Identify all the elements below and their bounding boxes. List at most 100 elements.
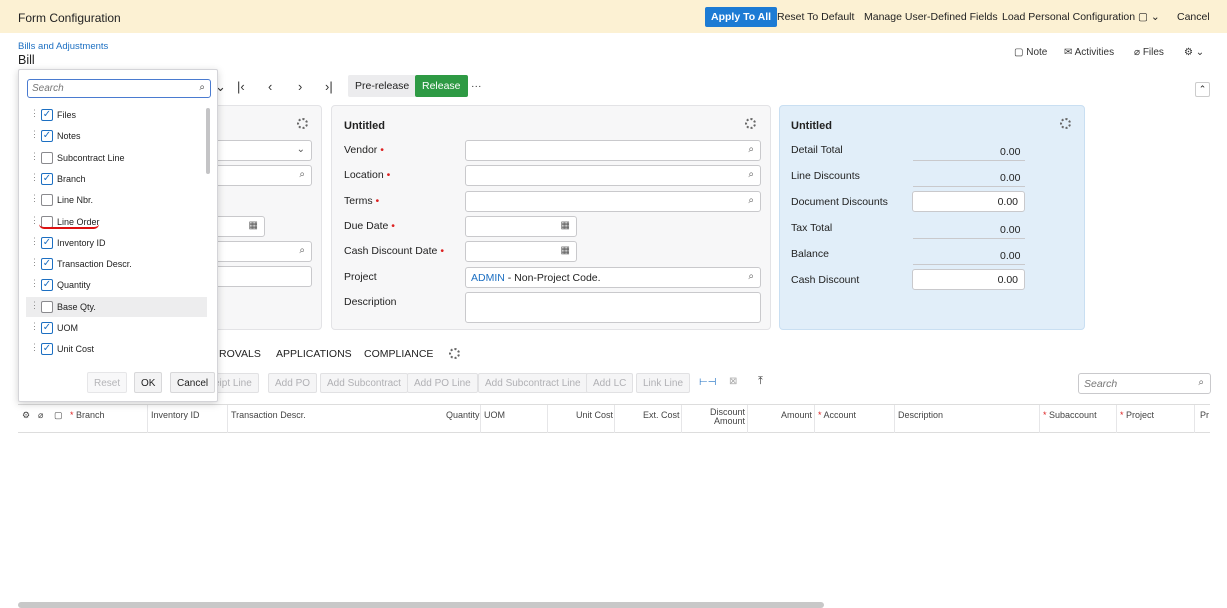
column-checkbox[interactable]: ✓ (41, 109, 53, 121)
column-option[interactable]: ⋮ ✓ Notes (26, 126, 207, 146)
document-discounts-field[interactable]: 0.00 (912, 191, 1025, 212)
drag-handle-icon[interactable]: ⋮ (30, 257, 39, 268)
drag-handle-icon[interactable]: ⋮ (30, 342, 39, 353)
left-field-2[interactable]: ⌕ (211, 165, 312, 186)
collapse-icon[interactable]: ⌃ (1195, 82, 1210, 97)
column-checkbox[interactable]: ✓ (41, 172, 53, 185)
cash-discount-date-field[interactable]: ▦ (465, 241, 577, 262)
apply-to-all-button[interactable]: Apply To All (705, 7, 778, 27)
column-option[interactable]: ⋮ ✓ Unit Cost (26, 339, 207, 359)
save-config-icon[interactable]: ▢ ⌄ (1138, 11, 1160, 23)
left-field-1[interactable]: ⌄ (211, 140, 312, 161)
next-record-icon[interactable]: › (298, 79, 302, 94)
column-option[interactable]: ⋮ ✓ Branch (26, 169, 207, 189)
drag-handle-icon[interactable]: ⋮ (30, 193, 39, 204)
gear-icon[interactable] (1060, 118, 1071, 129)
popup-ok-button[interactable]: OK (134, 372, 163, 393)
tab-applications[interactable]: APPLICATIONS (276, 348, 352, 360)
add-subcontract-line-button[interactable]: Add Subcontract Line (478, 373, 588, 393)
popup-reset-button[interactable]: Reset (87, 372, 128, 393)
description-field[interactable] (465, 292, 761, 323)
fit-columns-icon[interactable]: ⊢⊣ (699, 377, 716, 388)
col-amount[interactable]: Amount (781, 410, 812, 420)
manage-udf-button[interactable]: Manage User-Defined Fields (864, 11, 998, 23)
link-line-button[interactable]: Link Line (636, 373, 691, 393)
horizontal-scrollbar[interactable] (18, 602, 824, 608)
col-account[interactable]: * Account (818, 410, 856, 420)
column-option[interactable]: ⋮ Base Qty. (26, 296, 207, 317)
add-po-line-button[interactable]: Add PO Line (407, 373, 478, 393)
column-checkbox[interactable]: ✓ (41, 130, 53, 143)
cash-discount-field[interactable]: 0.00 (912, 269, 1025, 290)
column-checkbox[interactable]: ✓ (41, 343, 53, 356)
col-branch[interactable]: * Branch (70, 410, 105, 420)
activities-button[interactable]: ✉ Activities (1064, 47, 1114, 58)
col-ext-cost[interactable]: Ext. Cost (643, 410, 680, 420)
left-date-field[interactable]: ▦ (211, 216, 265, 237)
reset-to-default-button[interactable]: Reset To Default (777, 11, 854, 23)
location-field[interactable]: ⌕ (465, 165, 761, 186)
drag-handle-icon[interactable]: ⋮ (30, 300, 39, 311)
column-checkbox[interactable] (41, 151, 53, 164)
column-option[interactable]: ⋮ ✓ Transaction Descr. (26, 254, 207, 274)
drag-handle-icon[interactable]: ⋮ (30, 321, 39, 332)
column-option[interactable]: ⋮ ✓ Files (26, 105, 207, 125)
drag-handle-icon[interactable]: ⋮ (30, 129, 39, 140)
tab-compliance[interactable]: COMPLIANCE (364, 348, 433, 360)
upload-icon[interactable]: ⤒ (758, 375, 763, 388)
column-option[interactable]: ⋮ Line Nbr. (26, 190, 207, 210)
settings-menu-icon[interactable]: ⚙ ⌄ (1184, 47, 1204, 58)
col-description[interactable]: Description (898, 410, 943, 420)
vendor-field[interactable]: ⌕ (465, 140, 761, 161)
add-po-button[interactable]: Add PO (268, 373, 318, 393)
project-code-link[interactable]: ADMIN (471, 272, 505, 284)
col-subaccount[interactable]: * Subaccount (1043, 410, 1097, 420)
files-button[interactable]: ⌀ Files (1134, 47, 1164, 58)
col-uom[interactable]: UOM (484, 410, 505, 420)
gear-icon[interactable] (745, 118, 756, 129)
column-checkbox[interactable] (41, 300, 53, 313)
col-pr[interactable]: Pr (1200, 410, 1209, 420)
column-option[interactable]: ⋮ ✓ Inventory ID (26, 233, 207, 253)
left-field-3[interactable]: ⌕ (211, 241, 312, 262)
last-record-icon[interactable]: ›| (325, 79, 333, 94)
grid-search-field[interactable]: Search ⌕ (1078, 373, 1211, 394)
col-inventory-id[interactable]: Inventory ID (151, 410, 200, 420)
add-subcontract-button[interactable]: Add Subcontract (320, 373, 408, 393)
terms-field[interactable]: ⌕ (465, 191, 761, 212)
col-unit-cost[interactable]: Unit Cost (576, 410, 613, 420)
drag-handle-icon[interactable]: ⋮ (30, 151, 39, 162)
col-project[interactable]: * Project (1120, 410, 1154, 420)
col-quantity[interactable]: Quantity (446, 410, 480, 420)
add-lc-button[interactable]: Add LC (586, 373, 634, 393)
column-checkbox[interactable]: ✓ (41, 279, 53, 292)
release-button[interactable]: Release (415, 75, 468, 97)
column-checkbox[interactable]: ✓ (41, 322, 53, 334)
cancel-button[interactable]: Cancel (1177, 11, 1210, 23)
export-excel-icon[interactable]: ⊠ (729, 376, 737, 387)
popup-cancel-button[interactable]: Cancel (170, 372, 216, 393)
column-option[interactable]: ⋮ Subcontract Line (26, 148, 207, 168)
col-transaction-descr[interactable]: Transaction Descr. (231, 410, 306, 420)
column-option[interactable]: ⋮ ✓ Quantity (26, 275, 207, 295)
tab-approvals[interactable]: ROVALS (219, 348, 261, 360)
tab-settings-gear-icon[interactable] (449, 348, 460, 359)
prerelease-button[interactable]: Pre-release (348, 75, 417, 97)
project-field[interactable]: ADMIN - Non-Project Code. ⌕ (465, 267, 761, 288)
drag-handle-icon[interactable]: ⋮ (30, 108, 39, 119)
col-discount-amount[interactable]: Discount Amount (710, 408, 745, 426)
drag-handle-icon[interactable]: ⋮ (30, 172, 39, 183)
column-checkbox[interactable] (41, 194, 53, 207)
note-button[interactable]: ▢ Note (1014, 47, 1047, 58)
column-option[interactable]: ⋮ ✓ UOM (26, 318, 207, 338)
drag-handle-icon[interactable]: ⋮ (30, 278, 39, 289)
more-actions-button[interactable]: ··· (464, 75, 489, 97)
column-checkbox[interactable]: ✓ (41, 236, 53, 249)
first-record-icon[interactable]: |‹ (237, 79, 245, 94)
due-date-field[interactable]: ▦ (465, 216, 577, 237)
gear-icon[interactable]: ⚙ (22, 410, 30, 421)
gear-icon[interactable] (297, 118, 308, 129)
column-checkbox[interactable]: ✓ (41, 258, 53, 271)
load-personal-config-button[interactable]: Load Personal Configuration (1002, 11, 1135, 23)
drag-handle-icon[interactable]: ⋮ (30, 236, 39, 247)
